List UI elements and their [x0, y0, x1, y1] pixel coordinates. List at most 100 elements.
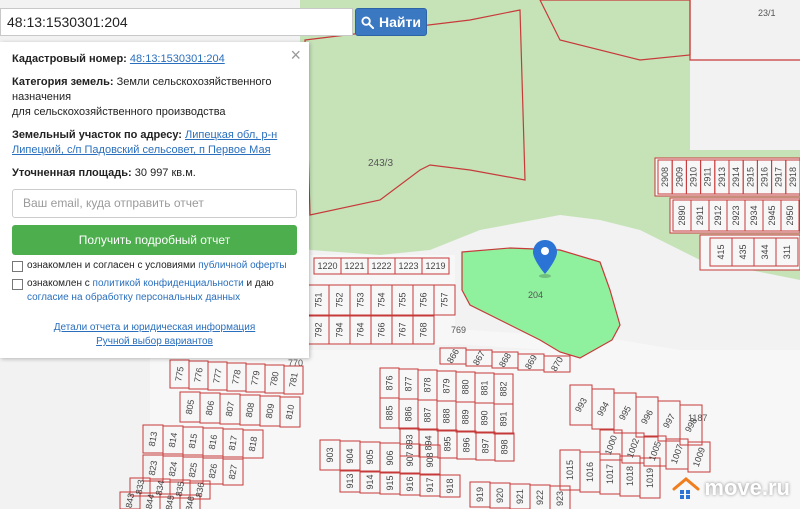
- parcel-label: 2909: [674, 167, 684, 187]
- parcel-label: 905: [365, 449, 375, 464]
- find-button-label: Найти: [379, 14, 421, 30]
- parcel-label: 913: [345, 473, 355, 488]
- parcel-label: 2917: [774, 167, 784, 187]
- address-label: Земельный участок по адресу:: [12, 129, 182, 141]
- category-label: Категория земель:: [12, 76, 114, 88]
- parcel-label: 2950: [785, 205, 795, 225]
- parcel-label: 919: [475, 487, 485, 502]
- parcel-label: 882: [499, 381, 509, 396]
- parcel-label: 2911: [703, 167, 713, 186]
- clearing-area: [690, 0, 800, 150]
- parcel-label: 754: [377, 292, 387, 307]
- parcel-label: 757: [440, 292, 450, 307]
- parcel-label: 753: [356, 292, 366, 307]
- get-report-button[interactable]: Получить подробный отчет: [12, 225, 297, 255]
- area-value: 30 997 кв.м.: [134, 167, 196, 179]
- parcel-label: 792: [314, 322, 324, 337]
- privacy-text: ознакомлен с политикой конфиденциальност…: [27, 277, 297, 305]
- parcel-label: 768: [419, 322, 429, 337]
- parcel-label: 895: [443, 436, 453, 451]
- parcel-label: 767: [398, 322, 408, 337]
- consent-offer: ознакомлен и согласен с условиями публич…: [12, 259, 297, 273]
- area-row: Уточненная площадь: 30 997 кв.м.: [12, 166, 297, 181]
- label-769: 769: [451, 325, 466, 335]
- cadastral-row: Кадастровый номер: 48:13:1530301:204: [12, 52, 297, 67]
- offer-text: ознакомлен и согласен с условиями публич…: [27, 259, 287, 273]
- parcel-label: 794: [335, 322, 345, 337]
- parcel-label: 2890: [677, 205, 687, 225]
- cadastral-number-link[interactable]: 48:13:1530301:204: [130, 53, 225, 65]
- parcel-label: 893: [405, 434, 415, 449]
- close-icon[interactable]: ×: [290, 46, 301, 64]
- parcel-label: 752: [335, 292, 345, 307]
- parcel-label: 916: [405, 476, 415, 491]
- parcel-label: 1015: [565, 460, 575, 480]
- category-value-line2: для сельскохозяйственного производства: [12, 106, 226, 118]
- search-input[interactable]: 48:13:1530301:204: [0, 8, 353, 36]
- parcel-label: 914: [365, 474, 375, 489]
- privacy-checkbox[interactable]: [12, 279, 23, 290]
- privacy-mid: и даю: [246, 278, 274, 289]
- parcel-label: 1019: [645, 468, 655, 488]
- label-204: 204: [528, 290, 543, 300]
- label-243: 243/3: [368, 158, 393, 169]
- category-row: Категория земель: Земли сельскохозяйстве…: [12, 75, 297, 120]
- address-row: Земельный участок по адресу: Липецкая об…: [12, 128, 297, 158]
- parcel-label: 904: [345, 448, 355, 463]
- label-770: 770: [288, 358, 303, 368]
- parcel-label: 903: [325, 447, 335, 462]
- manual-selection-link[interactable]: Ручной выбор вариантов: [12, 335, 297, 349]
- offer-checkbox[interactable]: [12, 261, 23, 272]
- parcel-label: 1220: [317, 261, 337, 271]
- parcel-label: 846: [184, 495, 196, 509]
- parcel-label: 2916: [760, 167, 770, 187]
- parcel-label: 1017: [605, 464, 615, 484]
- parcel-label: 880: [461, 379, 471, 394]
- parcel-label: 2910: [689, 167, 699, 187]
- parcel-label: 897: [481, 438, 491, 453]
- parcel-label: 2923: [731, 205, 741, 225]
- parcel-label: 764: [356, 322, 366, 337]
- parcel-label: 881: [480, 380, 490, 395]
- parcel-label: 923: [555, 491, 565, 506]
- consent-privacy: ознакомлен с политикой конфиденциальност…: [12, 277, 297, 305]
- parcel-label: 915: [385, 475, 395, 490]
- parcel-label: 879: [442, 378, 452, 393]
- parcel-label: 887: [423, 407, 433, 422]
- parcel-label: 1018: [625, 466, 635, 486]
- privacy-policy-link[interactable]: политикой конфиденциальности: [93, 278, 244, 289]
- parcel-label: 898: [500, 439, 510, 454]
- find-button[interactable]: Найти: [355, 8, 427, 36]
- parcel-label: 2911: [695, 206, 705, 225]
- parcel-label: 908: [425, 452, 435, 467]
- parcel-label: 878: [423, 377, 433, 392]
- parcel-label: 2945: [767, 205, 777, 225]
- parcel-label: 751: [314, 292, 324, 307]
- parcel-label: 311: [782, 245, 792, 259]
- parcel-label: 889: [461, 409, 471, 424]
- offer-link[interactable]: публичной оферты: [198, 260, 286, 271]
- watermark: move.ru: [672, 475, 790, 501]
- parcel-label: 894: [424, 435, 434, 450]
- parcel-label: 2914: [731, 167, 741, 187]
- house-logo-icon: [672, 477, 700, 499]
- parcel-label: 2913: [717, 167, 727, 187]
- parcel-label: 1219: [425, 261, 445, 271]
- report-details-link[interactable]: Детали отчета и юридическая информация: [12, 321, 297, 335]
- privacy-prefix: ознакомлен с: [27, 278, 90, 289]
- parcel-label: 1016: [585, 462, 595, 482]
- parcel-label: 344: [760, 244, 770, 259]
- label-23-1: 23/1: [758, 8, 776, 18]
- parcel-label: 755: [398, 292, 408, 307]
- email-field[interactable]: Ваш email, куда отправить отчет: [12, 189, 297, 218]
- parcel-label: 766: [377, 322, 387, 337]
- parcel-label: 891: [499, 411, 509, 426]
- parcel-label: 435: [738, 244, 748, 259]
- parcel-info-panel: × Кадастровый номер: 48:13:1530301:204 К…: [0, 42, 309, 358]
- parcel-label: 906: [385, 450, 395, 465]
- parcel-label: 756: [419, 292, 429, 307]
- area-label: Уточненная площадь:: [12, 167, 132, 179]
- cadastral-label: Кадастровый номер:: [12, 53, 127, 65]
- data-processing-link[interactable]: согласие на обработку персональных данны…: [27, 292, 240, 303]
- search-icon: [361, 15, 375, 29]
